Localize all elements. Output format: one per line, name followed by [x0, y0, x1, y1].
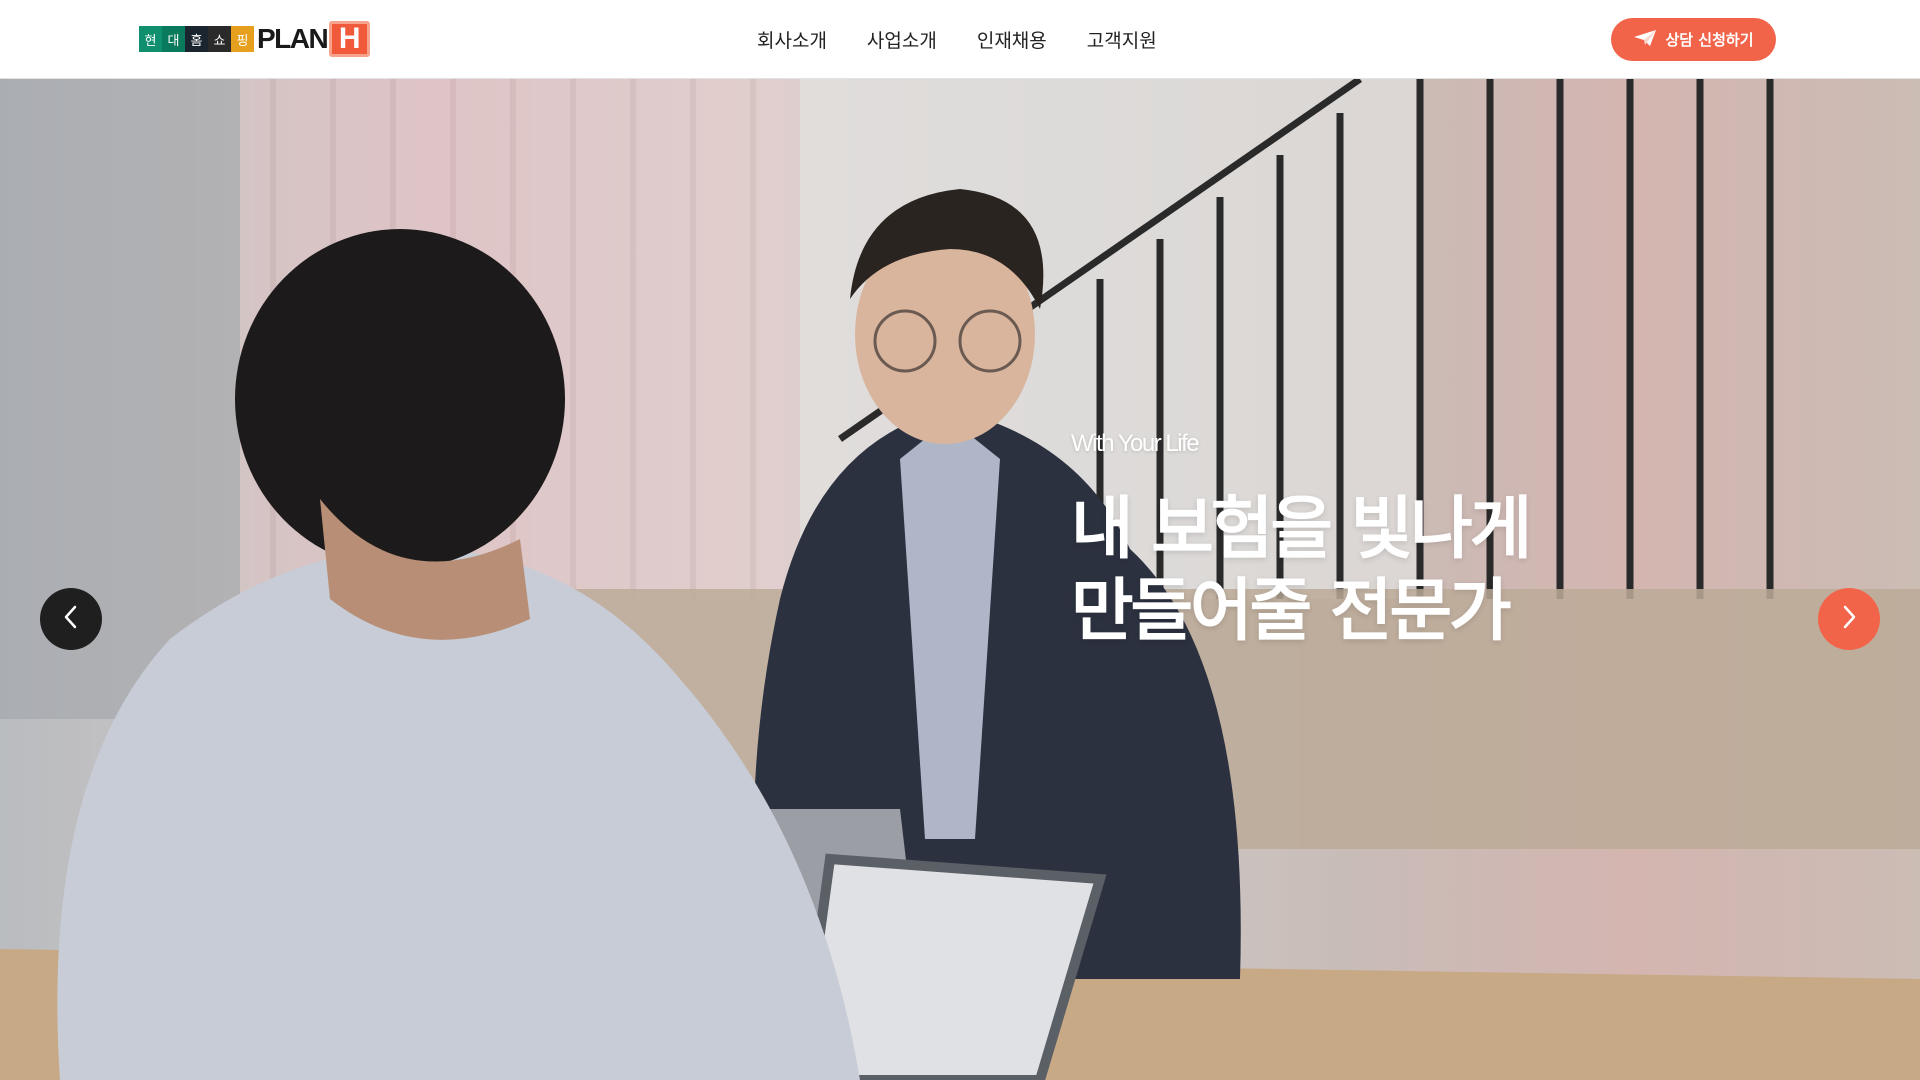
- main-nav: 회사소개 사업소개 인재채용 고객지원: [757, 24, 1157, 58]
- logo-block: 쇼: [208, 26, 231, 52]
- carousel-next-button[interactable]: [1818, 588, 1880, 650]
- logo-block: 대: [162, 26, 185, 52]
- nav-item-support[interactable]: 고객지원: [1087, 24, 1157, 58]
- site-header: 현 대 홈 쇼 핑 PLAN H 회사소개 사업소개 인재채용 고객지원 상담 …: [0, 0, 1920, 79]
- paper-plane-icon: [1633, 29, 1657, 51]
- consult-request-button[interactable]: 상담 신청하기: [1611, 18, 1776, 61]
- hero-title-line: 만들어줄 전문가: [1071, 572, 1512, 651]
- hyundai-homeshopping-logo-blocks: 현 대 홈 쇼 핑: [139, 26, 254, 52]
- logo-block: 현: [139, 26, 162, 52]
- nav-item-company[interactable]: 회사소개: [757, 24, 827, 58]
- chevron-right-icon: [1840, 605, 1858, 633]
- logo-plan-text: PLAN: [257, 23, 329, 54]
- nav-item-business[interactable]: 사업소개: [867, 24, 937, 58]
- carousel-prev-button[interactable]: [40, 588, 102, 650]
- logo-h-mark: H: [329, 21, 371, 57]
- nav-item-recruit[interactable]: 인재채용: [977, 24, 1047, 58]
- hero-title: 내 보험을 빛나게 만들어줄 전문가: [1071, 489, 1532, 653]
- hero-photo: [0, 79, 1920, 1080]
- hero-title-line: 내 보험을 빛나게: [1071, 490, 1532, 569]
- hero-banner: With Your Life 내 보험을 빛나게 만들어줄 전문가: [0, 79, 1920, 1080]
- chevron-left-icon: [62, 605, 80, 633]
- logo-block: 핑: [231, 26, 254, 52]
- hero-subtitle: With Your Life: [1071, 430, 1200, 457]
- plan-h-logo[interactable]: 현 대 홈 쇼 핑 PLAN H: [139, 21, 371, 57]
- consult-request-label: 상담 신청하기: [1665, 31, 1754, 49]
- logo-block: 홈: [185, 26, 208, 52]
